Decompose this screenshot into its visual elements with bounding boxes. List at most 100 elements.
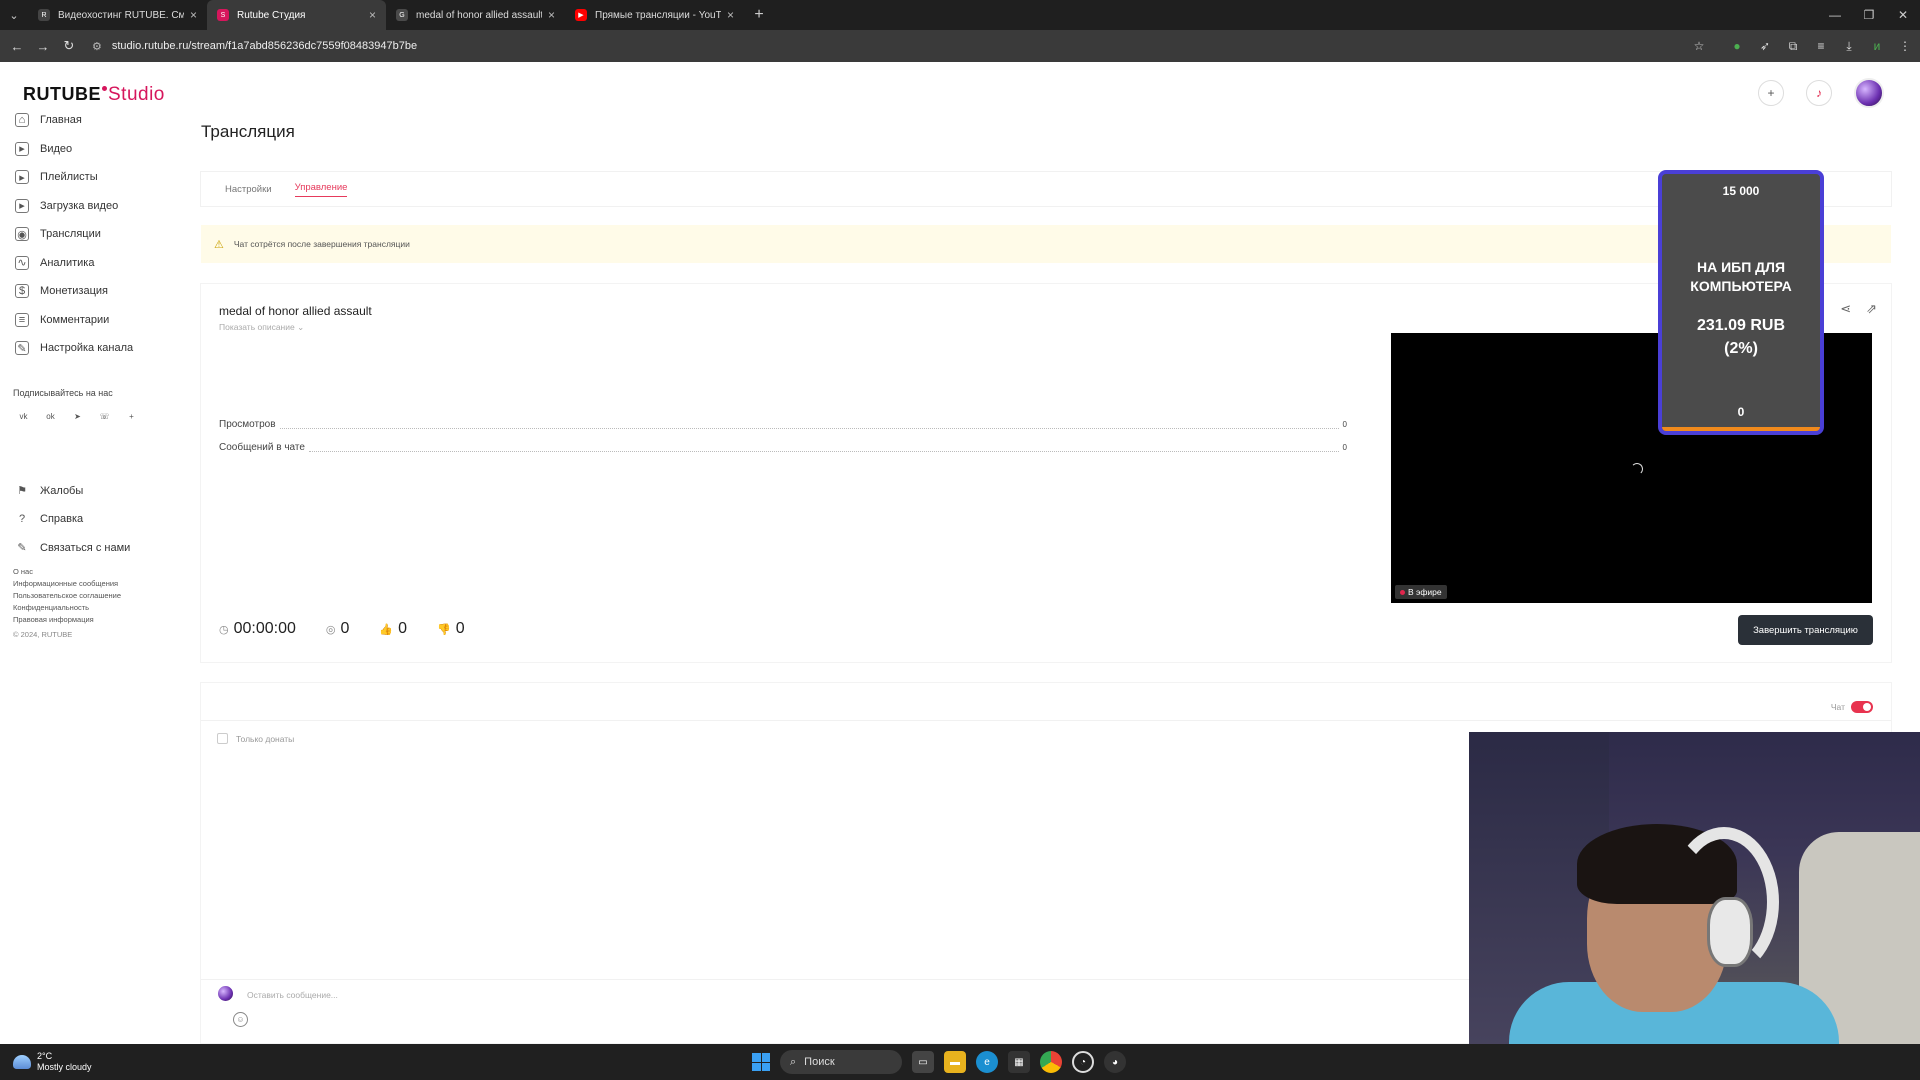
plus-icon[interactable]: + bbox=[123, 408, 140, 425]
sidebar-support: ⚑ Жалобы? Справка ✎ Связаться с нами bbox=[0, 477, 190, 563]
task-view-icon[interactable]: ▭ bbox=[912, 1051, 934, 1073]
obs-icon[interactable]: ◔ bbox=[1072, 1051, 1094, 1073]
chrome-icon[interactable] bbox=[1040, 1051, 1062, 1073]
show-description-link[interactable]: Показать описание ⌄ bbox=[219, 322, 304, 333]
tab-management[interactable]: Управление bbox=[294, 182, 348, 197]
sidebar-item[interactable]: ✎ Настройка канала bbox=[0, 334, 190, 363]
sidebar-support-item[interactable]: ⚑ Жалобы bbox=[0, 477, 190, 506]
footer-link[interactable]: Правовая информация bbox=[13, 614, 190, 626]
stream-card: medal of honor allied assault Показать о… bbox=[201, 284, 1891, 662]
only-donations-checkbox[interactable] bbox=[217, 733, 228, 744]
donation-percent: (2%) bbox=[1724, 340, 1758, 357]
live-badge-label: В эфире bbox=[1408, 587, 1442, 597]
store-icon[interactable]: ▦ bbox=[1008, 1051, 1030, 1073]
stream-title: medal of honor allied assault bbox=[219, 304, 372, 318]
tab-close-icon[interactable]: × bbox=[190, 8, 197, 22]
sidebar-item[interactable]: ◉ Трансляции bbox=[0, 220, 190, 249]
counter-value: 0 bbox=[398, 620, 408, 637]
stream-counter: 👎 0 bbox=[437, 620, 465, 638]
sidebar-item[interactable]: ▸ Видео bbox=[0, 135, 190, 164]
taskbar-search[interactable]: ⌕ Поиск bbox=[780, 1050, 902, 1074]
download-icon[interactable]: ⤓ bbox=[1840, 39, 1858, 54]
chat-toggle[interactable] bbox=[1851, 701, 1873, 713]
social-links: vk ok ➤ ☏ + bbox=[0, 408, 190, 425]
extension-icon[interactable]: ● bbox=[1728, 39, 1746, 53]
app-icon[interactable]: ◕ bbox=[1104, 1051, 1126, 1073]
media-control-icon[interactable]: ≡ bbox=[1812, 39, 1830, 53]
minimize-button[interactable]: — bbox=[1818, 0, 1852, 30]
sidebar-item[interactable]: ∿ Аналитика bbox=[0, 249, 190, 278]
file-explorer-icon[interactable]: ▬ bbox=[944, 1051, 966, 1073]
close-window-button[interactable]: ✕ bbox=[1886, 0, 1920, 30]
notifications-bell-icon[interactable]: ♪ bbox=[1806, 80, 1832, 106]
browser-tab[interactable]: Gmedal of honor allied assault × bbox=[386, 0, 565, 30]
stat-leader bbox=[279, 421, 1339, 429]
tab-search-icon[interactable]: ⌄ bbox=[0, 0, 28, 30]
home-icon: ⌂ bbox=[15, 113, 29, 128]
sidebar-item[interactable]: ▸ Плейлисты bbox=[0, 163, 190, 192]
browser-tab[interactable]: R Видеохостинг RUTUBE. Смотр × bbox=[28, 0, 207, 30]
windows-start-icon[interactable] bbox=[752, 1053, 770, 1071]
footer-link[interactable]: О нас bbox=[13, 566, 190, 578]
footer-link[interactable]: Конфиденциальность bbox=[13, 602, 190, 614]
weather-cloud-icon bbox=[13, 1055, 31, 1069]
menu-icon[interactable]: ⋮ bbox=[1896, 39, 1914, 53]
telegram-icon[interactable]: ➤ bbox=[69, 408, 86, 425]
clock-icon: ◷ bbox=[219, 623, 229, 636]
sidebar-item-label: Аналитика bbox=[40, 256, 95, 269]
emoji-icon[interactable]: ☺ bbox=[233, 1012, 248, 1027]
browser-tab[interactable]: S Rutube Студия × bbox=[207, 0, 386, 30]
end-stream-button[interactable]: Завершить трансляцию bbox=[1738, 615, 1873, 645]
browser-tab[interactable]: ▶ Прямые трансляции - YouTub × bbox=[565, 0, 744, 30]
tab-close-icon[interactable]: × bbox=[369, 8, 376, 22]
extensions-area: ☆ ● ➶ ⧉ ≡ ⤓ и ⋮ bbox=[1690, 30, 1914, 62]
site-info-icon[interactable]: ⚙ bbox=[92, 40, 102, 53]
puzzle-extension-icon[interactable]: ⧉ bbox=[1784, 39, 1802, 54]
sidebar-support-item[interactable]: ? Справка bbox=[0, 505, 190, 534]
avatar[interactable] bbox=[1854, 78, 1884, 108]
sidebar-support-item[interactable]: ✎ Связаться с нами bbox=[0, 534, 190, 563]
tab-close-icon[interactable]: × bbox=[727, 8, 734, 22]
share-icon[interactable]: ⋖ bbox=[1840, 301, 1851, 317]
sidebar-item[interactable]: ▸ Загрузка видео bbox=[0, 192, 190, 221]
windows-taskbar: 2°C Mostly cloudy ⌕ Поиск ▭ ▬ e ▦ ◔ ◕ bbox=[0, 1044, 1920, 1080]
pen-icon: ✎ bbox=[17, 542, 27, 555]
url-field[interactable]: ⚙ studio.rutube.ru/stream/f1a7abd856236d… bbox=[92, 40, 417, 53]
weather-widget[interactable]: 2°C Mostly cloudy bbox=[13, 1051, 92, 1073]
forward-icon[interactable]: → bbox=[30, 39, 56, 54]
donation-amount-value: 231.09 RUB bbox=[1696, 317, 1786, 334]
donation-goal-target: 15 000 bbox=[1722, 184, 1760, 198]
tab-settings[interactable]: Настройки bbox=[225, 184, 272, 195]
new-tab-button[interactable]: + bbox=[744, 0, 774, 30]
vk-icon[interactable]: vk bbox=[15, 408, 32, 425]
rutube-studio-logo[interactable]: RUTUBE Studio bbox=[23, 84, 165, 106]
sidebar-item[interactable]: ≡ Комментарии bbox=[0, 306, 190, 335]
maximize-button[interactable]: ❐ bbox=[1852, 0, 1886, 30]
sidebar-item[interactable]: ⌂ Главная bbox=[0, 106, 190, 135]
ok-icon[interactable]: ok bbox=[42, 408, 59, 425]
viber-icon[interactable]: ☏ bbox=[96, 408, 113, 425]
tab-favicon-icon: R bbox=[38, 9, 50, 21]
tab-close-icon[interactable]: × bbox=[548, 8, 555, 22]
reload-icon[interactable]: ↻ bbox=[56, 38, 82, 54]
chat-message-input[interactable]: Оставить сообщение... bbox=[247, 990, 338, 1000]
sidebar-item-label: Комментарии bbox=[40, 313, 110, 326]
only-donations-label: Только донаты bbox=[236, 733, 295, 744]
back-icon[interactable]: ← bbox=[4, 39, 30, 54]
upload-icon: ▸ bbox=[15, 198, 29, 213]
add-content-icon[interactable]: + bbox=[1758, 80, 1784, 106]
donation-goal-title: НА ИБП ДЛЯ КОМПЬЮТЕРА bbox=[1690, 259, 1792, 294]
footer-link[interactable]: Информационные сообщения bbox=[13, 578, 190, 590]
playlist-icon: ▸ bbox=[15, 170, 29, 185]
footer-link[interactable]: Пользовательское соглашение bbox=[13, 590, 190, 602]
edge-icon[interactable]: e bbox=[976, 1051, 998, 1073]
open-external-icon[interactable]: ⇗ bbox=[1866, 301, 1877, 317]
profile-icon[interactable]: и bbox=[1868, 39, 1886, 53]
bookmark-star-icon[interactable]: ☆ bbox=[1690, 39, 1708, 53]
sidebar-item-label: Настройка канала bbox=[40, 342, 134, 355]
rocket-extension-icon[interactable]: ➶ bbox=[1756, 39, 1774, 53]
taskbar-search-label: Поиск bbox=[804, 1056, 835, 1068]
only-donations-filter[interactable]: Только донаты bbox=[217, 733, 294, 744]
donation-goal-current: 0 bbox=[1737, 405, 1745, 419]
sidebar-item[interactable]: $ Монетизация bbox=[0, 277, 190, 306]
